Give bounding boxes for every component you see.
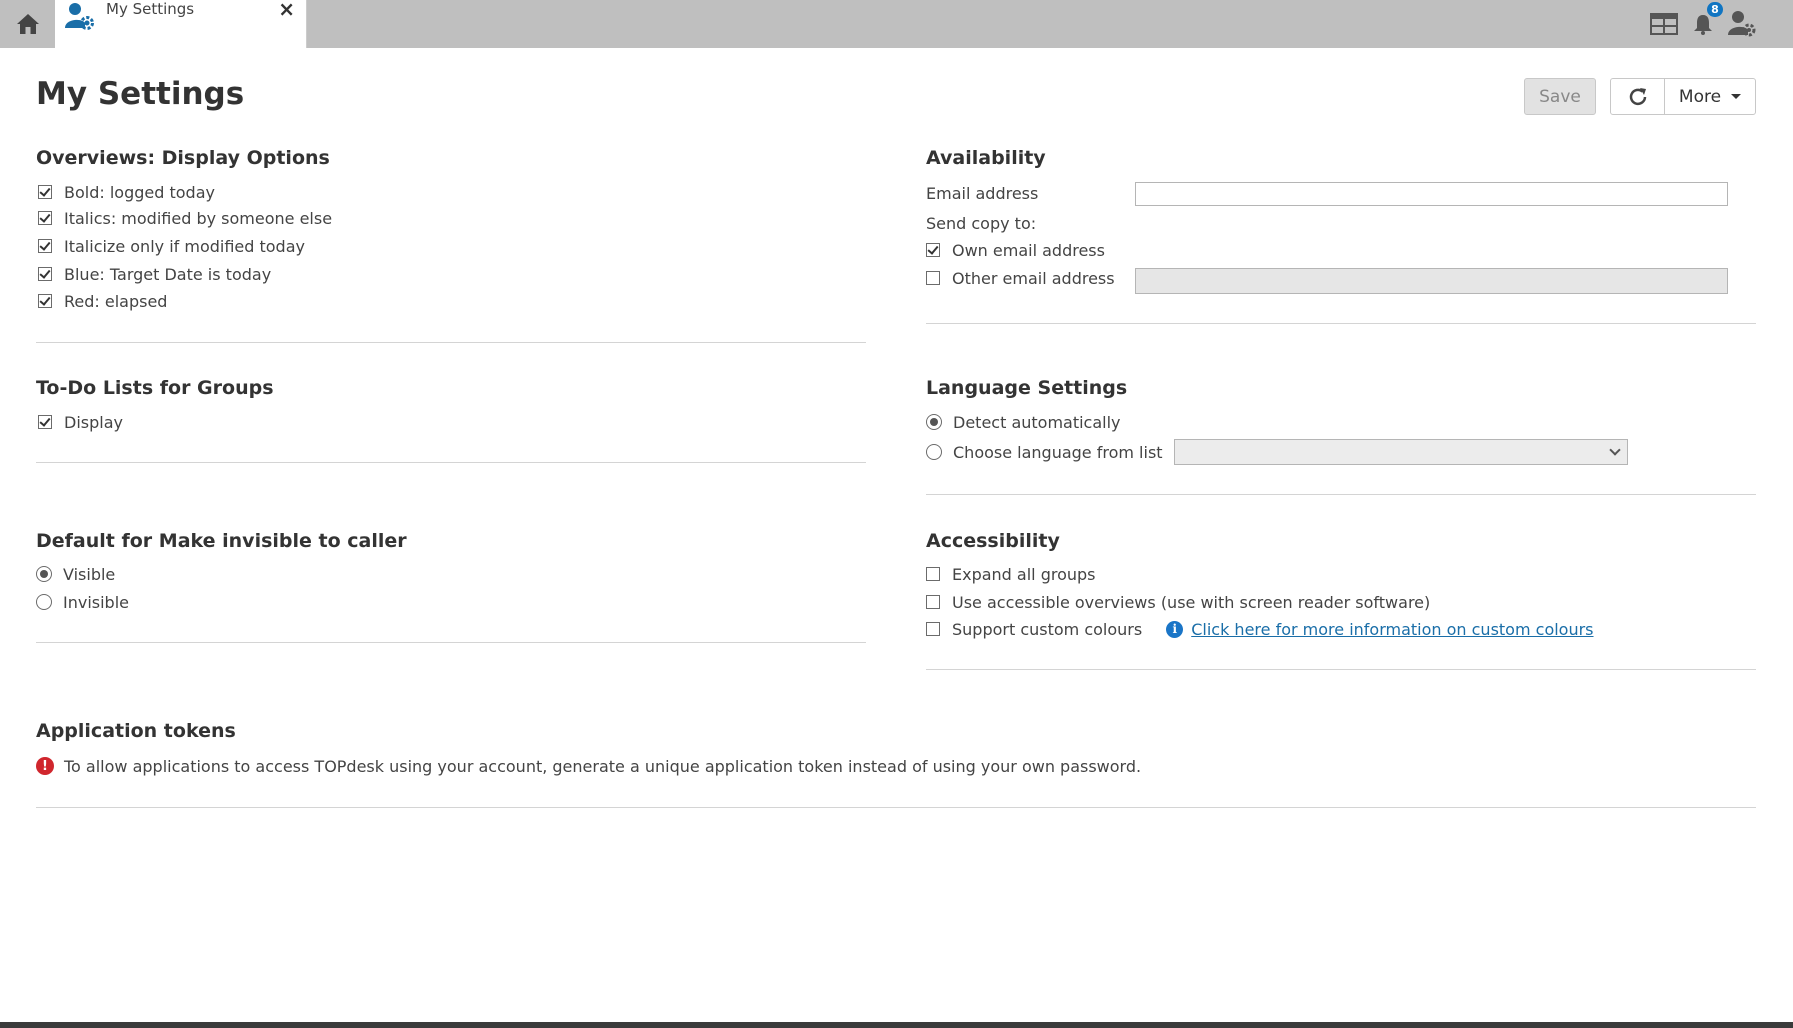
user-menu-button[interactable] bbox=[1728, 0, 1758, 48]
option-label: Bold: logged today bbox=[64, 182, 215, 202]
more-button[interactable]: More bbox=[1664, 78, 1756, 115]
divider bbox=[926, 669, 1756, 670]
radio-visible[interactable]: Visible bbox=[36, 563, 115, 585]
divider bbox=[36, 642, 866, 643]
accessible-overviews-option[interactable]: Use accessible overviews (use with scree… bbox=[926, 591, 1430, 613]
option-italicize-today[interactable]: Italicize only if modified today bbox=[38, 235, 305, 257]
refresh-icon bbox=[1629, 87, 1646, 105]
custom-colours-option[interactable]: Support custom colours i Click here for … bbox=[926, 618, 1594, 640]
option-label: Expand all groups bbox=[952, 564, 1096, 584]
expand-groups-option[interactable]: Expand all groups bbox=[926, 563, 1096, 585]
user-settings-icon bbox=[65, 3, 94, 30]
radio-button[interactable] bbox=[36, 566, 52, 582]
todo-title: To-Do Lists for Groups bbox=[36, 377, 274, 399]
other-email-field[interactable] bbox=[1135, 268, 1728, 294]
divider bbox=[36, 342, 866, 343]
warning-icon: ! bbox=[36, 757, 54, 775]
email-field[interactable] bbox=[1135, 182, 1728, 206]
save-button[interactable]: Save bbox=[1524, 78, 1596, 115]
tab-close-button[interactable]: × bbox=[278, 0, 295, 21]
bell-icon bbox=[1694, 15, 1712, 35]
divider bbox=[926, 323, 1756, 324]
radio-invisible[interactable]: Invisible bbox=[36, 591, 129, 613]
caret-down-icon bbox=[1731, 94, 1742, 99]
option-red[interactable]: Red: elapsed bbox=[38, 290, 167, 312]
option-label: Own email address bbox=[952, 240, 1105, 260]
radio-button[interactable] bbox=[926, 444, 942, 460]
divider bbox=[926, 494, 1756, 495]
radio-button[interactable] bbox=[926, 414, 942, 430]
checkbox[interactable] bbox=[38, 185, 52, 199]
page-title: My Settings bbox=[36, 76, 245, 112]
refresh-button[interactable] bbox=[1610, 78, 1665, 115]
tokens-title: Application tokens bbox=[36, 720, 236, 742]
checkbox[interactable] bbox=[926, 271, 940, 285]
option-label: Other email address bbox=[952, 268, 1115, 288]
more-label: More bbox=[1678, 86, 1722, 107]
option-label: Italicize only if modified today bbox=[64, 236, 305, 256]
option-bold[interactable]: Bold: logged today bbox=[38, 181, 215, 203]
chevron-down-icon bbox=[1609, 444, 1621, 456]
other-email-option[interactable]: Other email address bbox=[926, 267, 1115, 289]
overviews-title: Overviews: Display Options bbox=[36, 147, 330, 169]
user-gear-icon bbox=[1728, 11, 1756, 37]
availability-title: Availability bbox=[926, 147, 1046, 169]
option-label: Use accessible overviews (use with scree… bbox=[952, 592, 1431, 612]
option-label: Detect automatically bbox=[953, 412, 1121, 432]
option-label: Blue: Target Date is today bbox=[64, 264, 272, 284]
checkbox[interactable] bbox=[926, 567, 940, 581]
notifications-button[interactable]: 8 bbox=[1693, 0, 1723, 48]
custom-colours-link[interactable]: Click here for more information on custo… bbox=[1191, 620, 1593, 639]
radio-button[interactable] bbox=[36, 594, 52, 610]
home-icon bbox=[16, 14, 39, 34]
accessibility-title: Accessibility bbox=[926, 530, 1060, 552]
checkbox[interactable] bbox=[926, 595, 940, 609]
top-bar: My Settings × 8 bbox=[0, 0, 1793, 48]
option-label: Choose language from list bbox=[953, 442, 1163, 462]
option-label: Visible bbox=[63, 564, 116, 584]
radio-detect-automatically[interactable]: Detect automatically bbox=[926, 411, 1121, 433]
checkbox[interactable] bbox=[926, 622, 940, 636]
divider bbox=[36, 462, 866, 463]
option-italics[interactable]: Italics: modified by someone else bbox=[38, 207, 332, 229]
language-title: Language Settings bbox=[926, 377, 1128, 399]
dashboard-icon bbox=[1650, 13, 1678, 35]
checkbox[interactable] bbox=[38, 267, 52, 281]
tab-my-settings[interactable]: My Settings × bbox=[55, 0, 307, 48]
tokens-message: ! To allow applications to access TOPdes… bbox=[36, 755, 1141, 777]
radio-choose-language[interactable]: Choose language from list bbox=[926, 441, 1163, 463]
email-label: Email address bbox=[926, 184, 1039, 203]
invisible-title: Default for Make invisible to caller bbox=[36, 530, 407, 552]
option-label: Red: elapsed bbox=[64, 291, 168, 311]
checkbox[interactable] bbox=[38, 415, 52, 429]
divider bbox=[36, 807, 1756, 808]
checkbox[interactable] bbox=[38, 239, 52, 253]
todo-display-option[interactable]: Display bbox=[38, 411, 123, 433]
option-label: Invisible bbox=[63, 592, 129, 612]
info-icon: i bbox=[1166, 620, 1184, 638]
language-select[interactable] bbox=[1174, 439, 1628, 465]
option-label: Display bbox=[64, 412, 123, 432]
checkbox[interactable] bbox=[926, 243, 940, 257]
option-label: Support custom colours bbox=[952, 619, 1143, 639]
option-label: Italics: modified by someone else bbox=[64, 208, 333, 228]
tab-label: My Settings bbox=[106, 0, 195, 18]
home-button[interactable] bbox=[0, 0, 55, 48]
notification-badge: 8 bbox=[1707, 2, 1723, 17]
dashboard-button[interactable] bbox=[1650, 0, 1678, 48]
tokens-message-text: To allow applications to access TOPdesk … bbox=[64, 756, 1142, 776]
checkbox[interactable] bbox=[38, 211, 52, 225]
option-blue[interactable]: Blue: Target Date is today bbox=[38, 263, 271, 285]
checkbox[interactable] bbox=[38, 294, 52, 308]
own-email-option[interactable]: Own email address bbox=[926, 239, 1105, 261]
send-copy-label: Send copy to: bbox=[926, 214, 1037, 233]
bottom-bar bbox=[0, 1022, 1793, 1028]
